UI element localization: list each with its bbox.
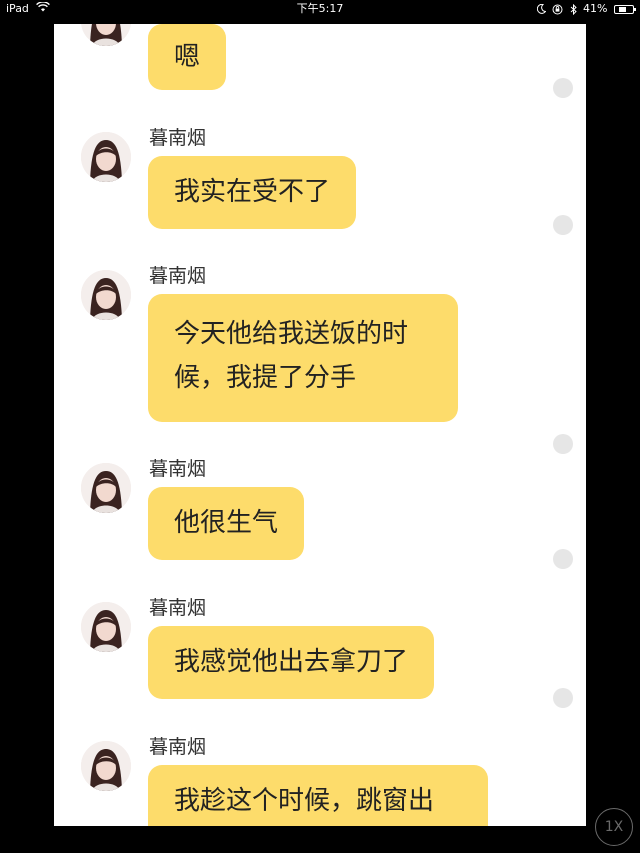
message-bubble[interactable]: 我感觉他出去拿刀了 [148, 626, 435, 699]
read-status-dot [553, 549, 573, 569]
avatar[interactable] [81, 24, 131, 46]
chat-panel[interactable]: 嗯 暮南烟 我实在受不了 暮南烟 今天他给我送饭的时候，我提了分手 暮南烟 他很… [54, 24, 586, 826]
avatar[interactable] [81, 132, 131, 182]
playback-speed-button[interactable]: 1X [595, 808, 633, 846]
avatar[interactable] [81, 270, 131, 320]
screen: iPad 下午5:17 41% 嗯 暮南烟 我实在受不了 暮南烟 今天他给我送饭… [0, 0, 640, 853]
avatar[interactable] [81, 463, 131, 513]
message-text: 嗯 [174, 42, 201, 72]
sender-name: 暮南烟 [149, 265, 207, 287]
sender-name: 暮南烟 [149, 736, 207, 758]
sender-name: 暮南烟 [149, 458, 207, 480]
sender-name: 暮南烟 [149, 597, 207, 619]
read-status-dot [553, 78, 573, 98]
message-text: 我实在受不了 [174, 177, 331, 207]
message-bubble[interactable]: 我趁这个时候，跳窗出 [148, 765, 488, 826]
message-bubble[interactable]: 今天他给我送饭的时候，我提了分手 [148, 294, 458, 422]
bluetooth-icon [570, 2, 581, 15]
avatar[interactable] [81, 741, 131, 791]
read-status-dot [553, 434, 573, 454]
lock-rotation-icon [552, 2, 567, 15]
message-bubble[interactable]: 嗯 [148, 24, 227, 90]
message-text: 他很生气 [174, 508, 279, 538]
message-text: 我感觉他出去拿刀了 [174, 647, 409, 677]
message-bubble[interactable]: 他很生气 [148, 487, 305, 560]
battery-percent: 41% [583, 2, 608, 15]
sender-name: 暮南烟 [149, 127, 207, 149]
read-status-dot [553, 688, 573, 708]
message-text: 我趁这个时候，跳窗出 [174, 786, 435, 816]
moon-icon [536, 2, 550, 15]
message-text: 今天他给我送饭的时候，我提了分手 [174, 319, 409, 393]
status-bar: iPad 下午5:17 41% [0, 0, 640, 18]
battery-fill [619, 6, 626, 12]
message-bubble[interactable]: 我实在受不了 [148, 156, 357, 229]
status-right: 41% [534, 0, 636, 18]
avatar[interactable] [81, 602, 131, 652]
battery-icon [614, 4, 636, 14]
read-status-dot [553, 215, 573, 235]
